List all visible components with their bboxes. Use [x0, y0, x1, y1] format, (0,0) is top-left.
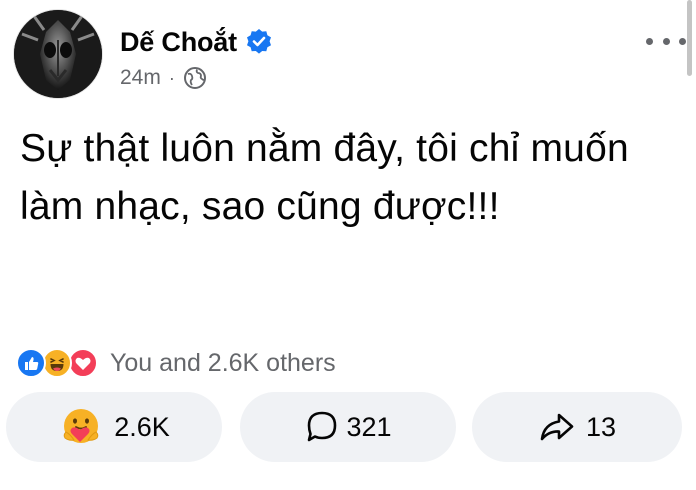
post-timestamp[interactable]: 24m — [120, 66, 161, 90]
mask-avatar-image — [14, 10, 102, 98]
comment-icon — [304, 409, 340, 445]
scrollbar[interactable] — [687, 0, 692, 76]
share-count: 13 — [585, 411, 617, 442]
verified-badge-icon — [245, 28, 273, 56]
reaction-icons — [16, 346, 112, 380]
more-options-button[interactable] — [646, 30, 686, 52]
like-icon — [16, 348, 46, 378]
author-row: Dế Choắt — [120, 22, 273, 62]
reaction-count: 2.6K — [114, 411, 170, 442]
post-text: Sự thật luôn nằm đây, tôi chỉ muốn làm n… — [20, 127, 629, 228]
comment-button[interactable]: 321 — [240, 392, 456, 462]
author-name[interactable]: Dế Choắt — [120, 27, 237, 58]
share-icon — [538, 410, 576, 444]
more-dot-icon — [662, 37, 670, 45]
comment-count: 321 — [346, 411, 392, 442]
reactions-summary[interactable]: You and 2.6K others — [16, 346, 336, 380]
react-button[interactable]: 2.6K — [6, 392, 222, 462]
post-meta: 24m · — [120, 64, 207, 92]
love-icon — [68, 348, 98, 378]
haha-icon — [42, 348, 72, 378]
reaction-summary-text: You and 2.6K others — [110, 348, 336, 377]
share-button[interactable]: 13 — [472, 392, 682, 462]
post-card: Dế Choắt 24m · Sự thật luôn nằm đây, tôi… — [0, 0, 696, 490]
care-icon — [58, 404, 104, 450]
globe-icon — [183, 66, 207, 90]
more-dot-icon — [679, 37, 686, 45]
author-avatar[interactable] — [14, 10, 102, 98]
more-dot-icon — [646, 37, 653, 45]
meta-separator: · — [168, 67, 175, 88]
